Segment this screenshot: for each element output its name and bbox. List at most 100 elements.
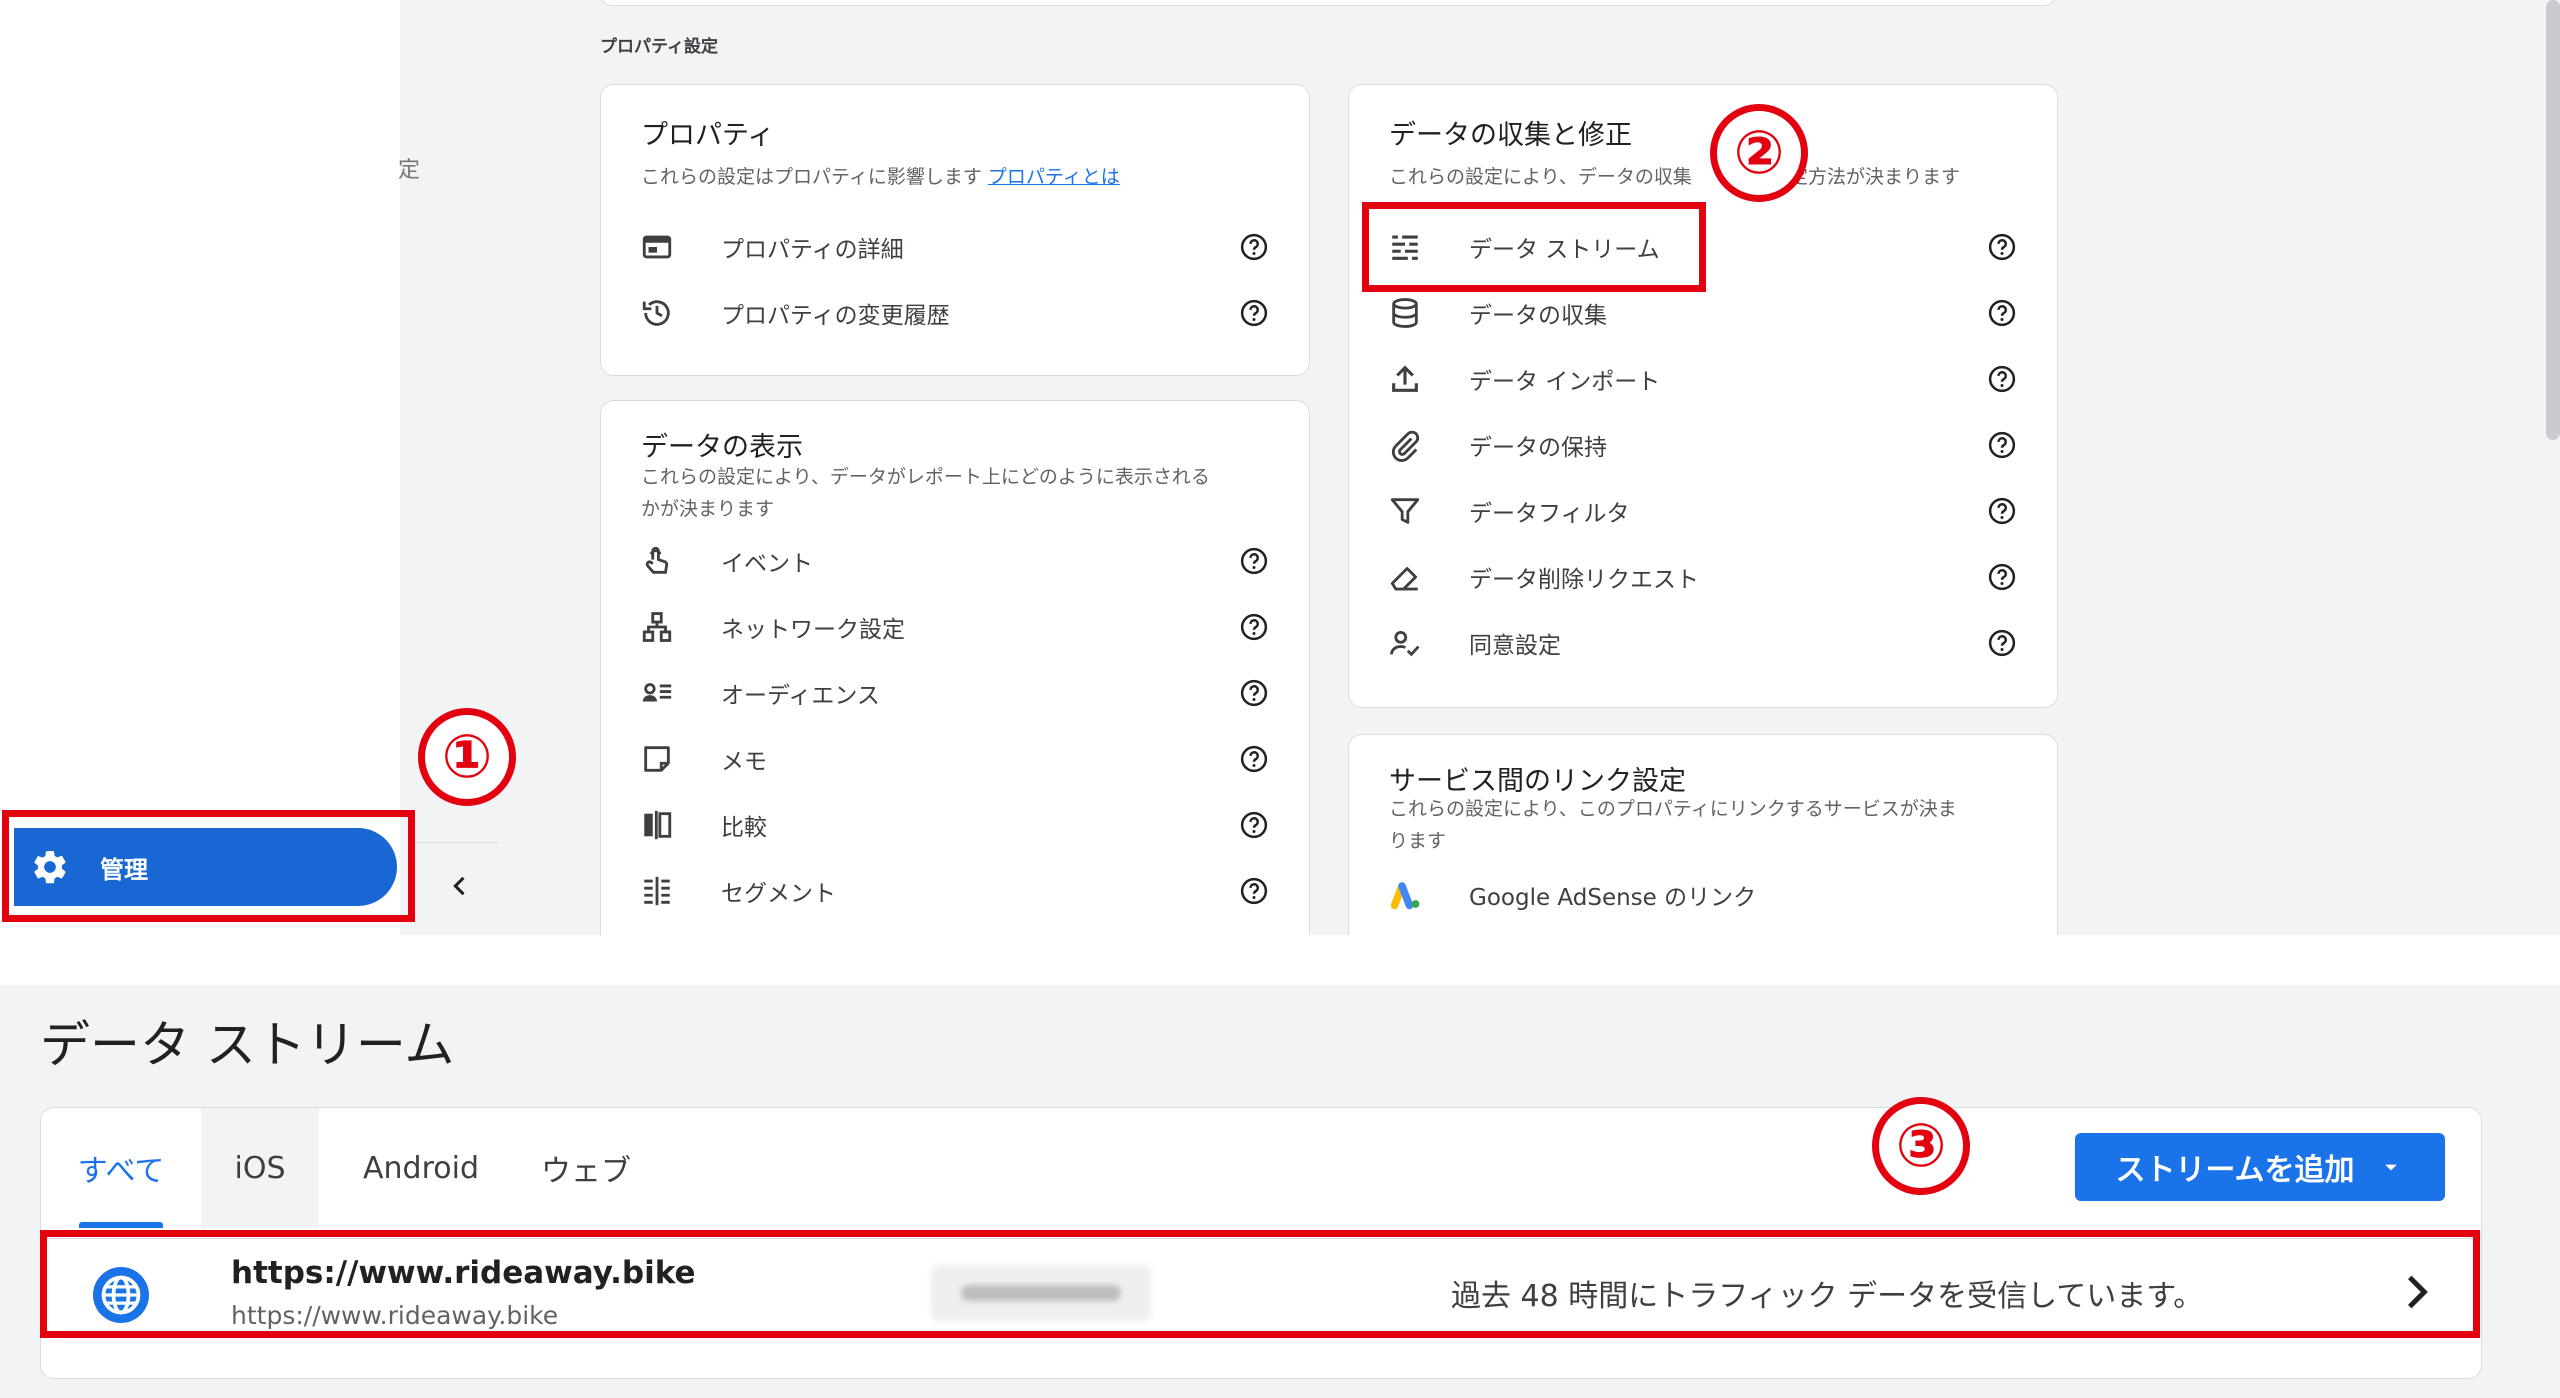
adsense-icon bbox=[1385, 875, 1425, 915]
help-icon[interactable] bbox=[1239, 612, 1269, 642]
sidebar-truncated-text: 定 bbox=[398, 158, 421, 183]
help-icon[interactable] bbox=[1987, 430, 2017, 460]
settings-item-label: データ インポート bbox=[1469, 369, 1661, 395]
data-collection-card: データの収集と修正 これらの設定により、データの収集 定方法が決まります データ… bbox=[1348, 84, 2058, 708]
card-stub bbox=[600, 0, 2056, 6]
help-icon[interactable] bbox=[1987, 562, 2017, 592]
settings-item-data-filters[interactable]: データフィルタ bbox=[1349, 481, 2057, 541]
help-icon[interactable] bbox=[1239, 744, 1269, 774]
settings-item-label: 比較 bbox=[721, 815, 767, 841]
what-is-property-link[interactable]: プロパティとは bbox=[988, 166, 1120, 188]
help-icon[interactable] bbox=[1239, 546, 1269, 576]
dropdown-arrow-icon bbox=[2384, 1164, 2397, 1171]
help-icon[interactable] bbox=[1987, 232, 2017, 262]
annotation-number-2: ② bbox=[1710, 104, 1808, 202]
settings-item-data-import[interactable]: データ インポート bbox=[1349, 349, 2057, 409]
upload-icon bbox=[1385, 359, 1425, 399]
settings-item-consent[interactable]: 同意設定 bbox=[1349, 613, 2057, 673]
history-icon bbox=[637, 293, 677, 333]
page-title: データ ストリーム bbox=[40, 1016, 455, 1074]
touch-icon bbox=[637, 541, 677, 581]
eraser-icon bbox=[1385, 557, 1425, 597]
settings-item-property-details[interactable]: プロパティの詳細 bbox=[601, 217, 1309, 277]
settings-item-data-collection[interactable]: データの収集 bbox=[1349, 283, 2057, 343]
settings-item-change-history[interactable]: プロパティの変更履歴 bbox=[601, 283, 1309, 343]
card-description: かが決まります bbox=[641, 498, 775, 520]
card-description: これらの設定により、データの収集 bbox=[1389, 166, 1692, 188]
annotation-number-3: ③ bbox=[1872, 1097, 1970, 1195]
settings-item-adsense-link[interactable]: Google AdSense のリンク bbox=[1349, 865, 2057, 925]
settings-item-data-retention[interactable]: データの保持 bbox=[1349, 415, 2057, 475]
card-description-tail: 定方法が決まります bbox=[1789, 166, 1961, 188]
tab-web[interactable]: ウェブ bbox=[521, 1108, 651, 1228]
highlight-box-stream-row bbox=[40, 1230, 2480, 1338]
data-streams-page: データ ストリーム すべて iOS Android ウェブ ストリームを追加 h… bbox=[0, 985, 2560, 1398]
sidebar: 管理 bbox=[0, 0, 400, 935]
help-icon[interactable] bbox=[1987, 496, 2017, 526]
settings-item-notes[interactable]: メモ bbox=[601, 729, 1309, 789]
card-description: ります bbox=[1389, 830, 1447, 852]
settings-item-label: オーディエンス bbox=[721, 683, 880, 709]
divider bbox=[413, 842, 499, 843]
audience-icon bbox=[637, 673, 677, 713]
tab-android[interactable]: Android bbox=[341, 1108, 501, 1228]
settings-item-label: プロパティの詳細 bbox=[721, 237, 904, 263]
settings-item-label: セグメント bbox=[721, 881, 836, 907]
settings-item-events[interactable]: イベント bbox=[601, 531, 1309, 591]
highlight-box-data-stream bbox=[1362, 202, 1706, 292]
help-icon[interactable] bbox=[1239, 876, 1269, 906]
active-tab-indicator bbox=[79, 1222, 163, 1228]
settings-item-data-deletion[interactable]: データ削除リクエスト bbox=[1349, 547, 2057, 607]
scrollbar[interactable] bbox=[2546, 0, 2560, 440]
chevron-left-icon bbox=[453, 876, 465, 896]
settings-item-label: イベント bbox=[721, 551, 813, 577]
settings-item-label: データフィルタ bbox=[1469, 501, 1630, 527]
database-icon bbox=[1385, 293, 1425, 333]
attach-icon bbox=[1385, 425, 1425, 465]
settings-item-label: データの保持 bbox=[1469, 435, 1607, 461]
annotation-number-1: ① bbox=[418, 708, 516, 806]
note-icon bbox=[637, 739, 677, 779]
card-description: これらの設定はプロパティに影響します プロパティとは bbox=[641, 166, 1120, 188]
settings-item-label: ネットワーク設定 bbox=[721, 617, 905, 643]
card-description: これらの設定により、このプロパティにリンクするサービスが決ま bbox=[1389, 798, 1957, 820]
property-card: プロパティ これらの設定はプロパティに影響します プロパティとは プロパティの詳… bbox=[600, 84, 1310, 376]
network-icon bbox=[637, 607, 677, 647]
admin-settings-panel: 管理 定 プロパティ設定 プロパティ これらの設定はプロパティに影響します プロ… bbox=[0, 0, 2560, 935]
settings-item-label: プロパティの変更履歴 bbox=[721, 303, 950, 329]
separator bbox=[0, 935, 2560, 985]
collapse-sidebar-button[interactable] bbox=[440, 866, 480, 906]
tab-ios[interactable]: iOS bbox=[201, 1108, 319, 1228]
tab-all[interactable]: すべて bbox=[71, 1108, 171, 1228]
add-stream-button[interactable]: ストリームを追加 bbox=[2075, 1133, 2445, 1201]
settings-item-label: Google AdSense のリンク bbox=[1469, 885, 1757, 911]
settings-item-label: データの収集 bbox=[1469, 303, 1607, 329]
add-stream-label: ストリームを追加 bbox=[2115, 1153, 2355, 1188]
service-links-card: サービス間のリンク設定 これらの設定により、このプロパティにリンクするサービスが… bbox=[1348, 734, 2058, 935]
settings-item-compare[interactable]: 比較 bbox=[601, 795, 1309, 855]
help-icon[interactable] bbox=[1987, 364, 2017, 394]
consent-icon bbox=[1385, 623, 1425, 663]
highlight-box-admin bbox=[2, 810, 415, 922]
data-display-card: データの表示 これらの設定により、データがレポート上にどのように表示される かが… bbox=[600, 400, 1310, 935]
help-icon[interactable] bbox=[1239, 810, 1269, 840]
settings-item-label: 同意設定 bbox=[1469, 633, 1561, 659]
settings-item-network[interactable]: ネットワーク設定 bbox=[601, 597, 1309, 657]
compare-icon bbox=[637, 805, 677, 845]
help-icon[interactable] bbox=[1239, 232, 1269, 262]
help-icon[interactable] bbox=[1987, 298, 2017, 328]
help-icon[interactable] bbox=[1239, 298, 1269, 328]
card-title: データの収集と修正 bbox=[1389, 120, 1632, 151]
card-title: データの表示 bbox=[641, 432, 803, 463]
help-icon[interactable] bbox=[1987, 628, 2017, 658]
settings-item-label: メモ bbox=[721, 749, 767, 775]
filter-icon bbox=[1385, 491, 1425, 531]
card-title: プロパティ bbox=[641, 120, 775, 151]
section-heading: プロパティ設定 bbox=[600, 37, 718, 57]
settings-item-label: データ削除リクエスト bbox=[1469, 567, 1699, 593]
property-details-icon bbox=[637, 227, 677, 267]
card-description: これらの設定により、データがレポート上にどのように表示される bbox=[641, 466, 1210, 488]
help-icon[interactable] bbox=[1239, 678, 1269, 708]
settings-item-segments[interactable]: セグメント bbox=[601, 861, 1309, 921]
settings-item-audience[interactable]: オーディエンス bbox=[601, 663, 1309, 723]
